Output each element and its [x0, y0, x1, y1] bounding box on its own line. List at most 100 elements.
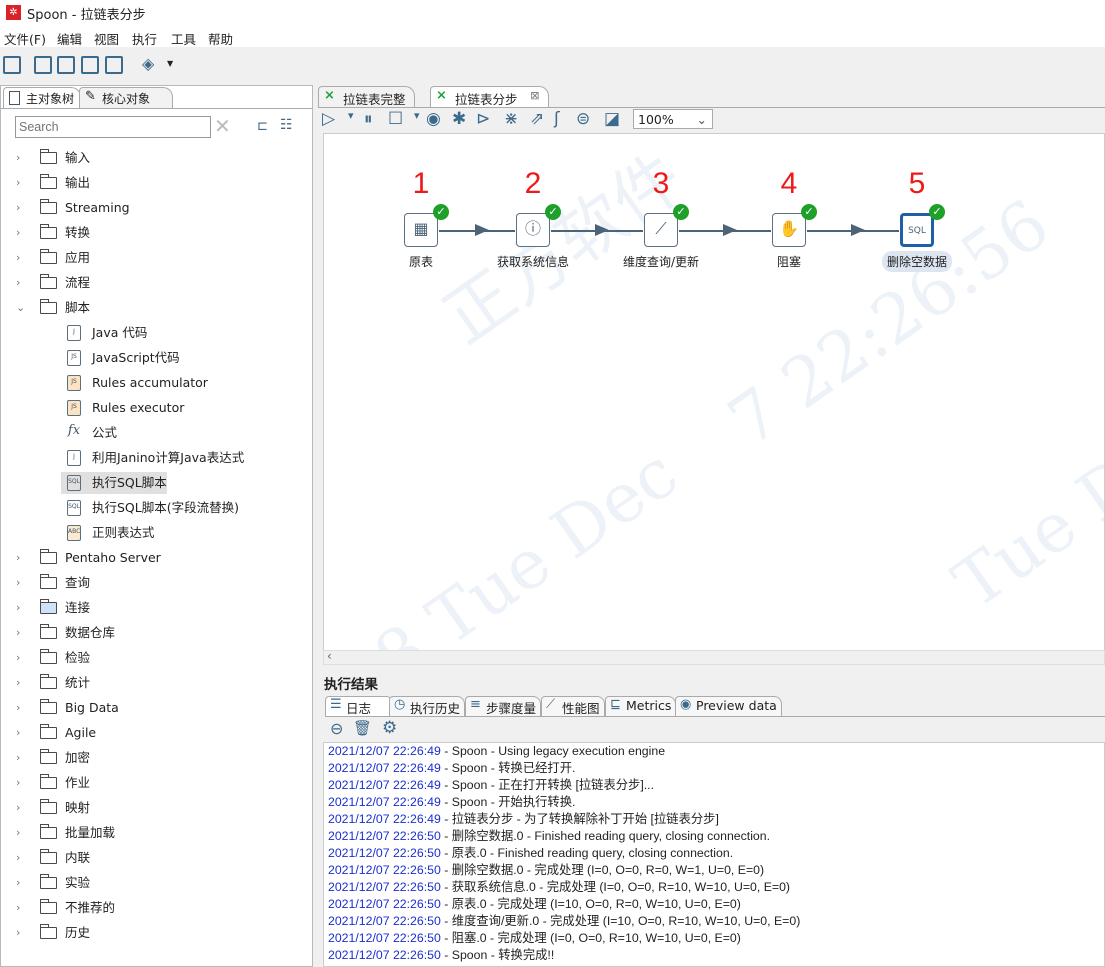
dropdown-icon[interactable]: ▾ [414, 109, 420, 122]
transformation-canvas[interactable]: 正方软件7 22:26:562008 Tue DecTue D1▦✓原表2ⓘ✓获… [323, 133, 1105, 653]
clear-search-icon[interactable]: ✕ [214, 114, 231, 138]
chevron-right-icon[interactable]: › [16, 222, 20, 244]
menu-item-0[interactable]: 文件(F) [4, 29, 46, 48]
chevron-right-icon[interactable]: › [16, 572, 20, 594]
tree-item[interactable]: › 应用 [1, 247, 311, 269]
chevron-right-icon[interactable]: › [16, 672, 20, 694]
debug-icon[interactable]: ✱ [452, 109, 466, 129]
tab-results-2[interactable]: ≡ 步骤度量 [465, 696, 542, 716]
tree-item[interactable]: › Big Data [1, 697, 311, 719]
tree-item[interactable]: › 作业 [1, 772, 311, 794]
explore-icon[interactable] [57, 56, 75, 74]
zoom-select[interactable]: 100% ⌄ [633, 109, 713, 129]
impact-icon[interactable]: ⇗ [530, 109, 544, 129]
tree-item[interactable]: › 输入 [1, 147, 311, 169]
tab-results-4[interactable]: ⊑ Metrics [605, 696, 677, 716]
log-panel[interactable]: 2021/12/07 22:26:49 - Spoon - Using lega… [323, 742, 1105, 967]
tab-step[interactable]: ⨯ 拉链表分步 ⊠ [430, 86, 549, 107]
tree-item[interactable]: JS Rules accumulator [1, 372, 311, 394]
tab-core-objects[interactable]: ✎ 核心对象 [79, 87, 174, 108]
layers-icon[interactable]: ◈ [142, 54, 154, 73]
chevron-right-icon[interactable]: › [16, 822, 20, 844]
chevron-right-icon[interactable]: › [16, 172, 20, 194]
trash-icon[interactable]: 🗑 [353, 719, 372, 737]
tree-item[interactable]: › 数据仓库 [1, 622, 311, 644]
tree-item[interactable]: › Agile [1, 722, 311, 744]
tree-item[interactable]: › Streaming [1, 197, 311, 219]
tree-item[interactable]: › 内联 [1, 847, 311, 869]
scroll-left-icon[interactable]: ‹ [327, 649, 332, 663]
tab-results-0[interactable]: ☰ 日志 [325, 696, 395, 716]
chevron-right-icon[interactable]: › [16, 847, 20, 869]
new-file-icon[interactable] [3, 56, 21, 74]
tree-item[interactable]: SQL 执行SQL脚本(字段流替换) [1, 497, 311, 519]
tree-item[interactable]: JS Rules executor [1, 397, 311, 419]
chevron-right-icon[interactable]: › [16, 747, 20, 769]
menu-item-4[interactable]: 工具 [171, 29, 196, 48]
tree-item[interactable]: J Java 代码 [1, 322, 311, 344]
tab-results-5[interactable]: ◉ Preview data [675, 696, 782, 716]
sql-icon[interactable]: ʃ [554, 109, 560, 129]
tab-results-1[interactable]: ◷ 执行历史 [389, 696, 466, 716]
step-system-info[interactable]: ⓘ [516, 213, 550, 247]
preview-icon[interactable]: ◉ [426, 109, 441, 129]
tree-item[interactable]: › 转换 [1, 222, 311, 244]
tree-item[interactable]: › 统计 [1, 672, 311, 694]
tree-item[interactable]: fx 公式 [1, 422, 311, 444]
menu-item-1[interactable]: 编辑 [57, 29, 82, 48]
chevron-right-icon[interactable]: › [16, 772, 20, 794]
tab-results-3[interactable]: ⟋ 性能图 [541, 696, 605, 716]
chevron-right-icon[interactable]: › [16, 922, 20, 944]
tree-item[interactable]: JS JavaScript代码 [1, 347, 311, 369]
chevron-right-icon[interactable]: › [16, 722, 20, 744]
chevron-right-icon[interactable]: › [16, 272, 20, 294]
chevron-right-icon[interactable]: › [16, 547, 20, 569]
step-label[interactable]: 维度查询/更新 [618, 251, 704, 272]
horizontal-scrollbar[interactable]: ‹ [323, 649, 1105, 665]
search-input[interactable] [15, 116, 211, 138]
menu-item-5[interactable]: 帮助 [208, 29, 233, 48]
collapse-tree-icon[interactable]: ⊏ [257, 119, 268, 134]
stop-icon[interactable]: ☐ [388, 109, 403, 129]
tree-item[interactable]: › 检验 [1, 647, 311, 669]
chevron-right-icon[interactable]: › [16, 797, 20, 819]
verify-icon[interactable]: ⋇ [504, 109, 518, 129]
stop-log-icon[interactable]: ⊖ [330, 719, 343, 738]
step-label[interactable]: 删除空数据 [881, 251, 953, 272]
menu-item-2[interactable]: 视图 [94, 29, 119, 48]
tree-item[interactable]: › 不推荐的 [1, 897, 311, 919]
chevron-right-icon[interactable]: › [16, 197, 20, 219]
pause-icon[interactable]: ⏸ [364, 109, 373, 129]
chevron-right-icon[interactable]: › [16, 622, 20, 644]
menu-item-3[interactable]: 执行 [132, 29, 157, 48]
step-table-input[interactable]: ▦ [404, 213, 438, 247]
step-dimension-lookup[interactable]: ⟋ [644, 213, 678, 247]
save-icon[interactable] [81, 56, 99, 74]
step-label[interactable]: 获取系统信息 [492, 251, 574, 272]
settings-gear-icon[interactable]: ⚙ [382, 718, 397, 738]
tree-item[interactable]: › 历史 [1, 922, 311, 944]
grid-icon[interactable]: ◪ [604, 109, 620, 129]
chevron-right-icon[interactable]: › [16, 597, 20, 619]
tree-item[interactable]: › 查询 [1, 572, 311, 594]
close-icon[interactable]: ⊠ [530, 89, 539, 102]
chevron-right-icon[interactable]: › [16, 697, 20, 719]
step-label[interactable]: 阻塞 [772, 251, 806, 272]
tree-item[interactable]: J 利用Janino计算Java表达式 [1, 447, 311, 469]
tree-item[interactable]: › 加密 [1, 747, 311, 769]
chevron-right-icon[interactable]: › [16, 147, 20, 169]
tree-item[interactable]: › 流程 [1, 272, 311, 294]
save-as-icon[interactable] [105, 56, 123, 74]
tree-item[interactable]: › 实验 [1, 872, 311, 894]
expand-tree-icon[interactable]: ☷ [280, 117, 293, 133]
chevron-right-icon[interactable]: › [16, 647, 20, 669]
step-sql-script[interactable]: SQL [900, 213, 934, 247]
chevron-right-icon[interactable]: › [16, 897, 20, 919]
dropdown-icon[interactable]: ▾ [348, 109, 354, 122]
tree-item[interactable]: ⌄ 脚本 [1, 297, 311, 319]
chevron-right-icon[interactable]: › [16, 872, 20, 894]
tree-item[interactable]: ABC 正则表达式 [1, 522, 311, 544]
tree-item[interactable]: › 输出 [1, 172, 311, 194]
tab-main-tree[interactable]: 主对象树 [3, 87, 82, 108]
tree-item[interactable]: › 映射 [1, 797, 311, 819]
